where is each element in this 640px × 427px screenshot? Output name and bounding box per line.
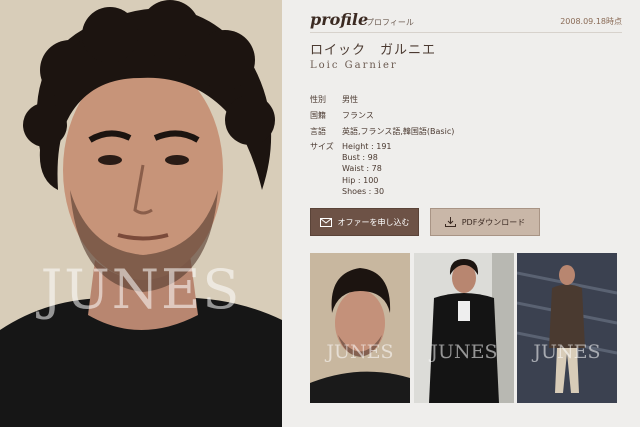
model-name-en: Loic Garnier xyxy=(310,60,398,71)
size-list: Bust : 98 Waist : 78 Hip : 100 Shoes : 3… xyxy=(342,152,384,197)
profile-title: profile xyxy=(310,10,369,29)
hero-portrait-photo: JUNES xyxy=(0,0,282,427)
thumbnail-illustration xyxy=(517,253,617,403)
pdf-button-label: PDFダウンロード xyxy=(461,217,526,227)
detail-value: 英語,フランス語,韓国語(Basic) xyxy=(342,127,455,136)
detail-label: サイズ xyxy=(310,142,334,151)
thumbnail-watermark: JUNES xyxy=(430,341,498,363)
detail-row-gender: 性別 男性 xyxy=(310,94,358,105)
thumbnail-illustration xyxy=(414,253,514,403)
hero-watermark: JUNES xyxy=(40,258,242,321)
profile-panel: profile プロフィール 2008.09.18時点 ロイック ガルニエ Lo… xyxy=(282,0,640,427)
envelope-icon xyxy=(319,217,332,227)
size-bust: Bust : 98 xyxy=(342,153,378,162)
detail-value: Height : 191 xyxy=(342,142,392,151)
profile-subtitle: プロフィール xyxy=(366,18,414,27)
offer-button[interactable]: オファーを申し込む xyxy=(310,208,419,236)
detail-value: フランス xyxy=(342,111,374,120)
size-hip: Hip : 100 xyxy=(342,175,379,185)
size-waist: Waist : 78 xyxy=(342,164,382,174)
model-name-jp: ロイック ガルニエ xyxy=(310,43,437,58)
profile-date: 2008.09.18時点 xyxy=(560,17,622,26)
profile-header: profile プロフィール 2008.09.18時点 xyxy=(310,10,622,33)
thumbnail-photo-1[interactable]: JUNES xyxy=(310,253,410,403)
detail-label: 言語 xyxy=(310,127,326,136)
thumbnail-photo-3[interactable]: JUNES xyxy=(517,253,617,403)
thumbnail-illustration xyxy=(310,253,410,403)
size-shoes: Shoes : 30 xyxy=(342,186,385,196)
detail-value: 男性 xyxy=(342,95,358,104)
download-icon xyxy=(444,217,456,227)
detail-row-nationality: 国籍 フランス xyxy=(310,110,374,121)
detail-row-size: サイズ Height : 191 xyxy=(310,141,392,152)
detail-label: 国籍 xyxy=(310,111,326,120)
pdf-download-button[interactable]: PDFダウンロード xyxy=(430,208,540,236)
thumbnail-watermark: JUNES xyxy=(326,341,394,363)
detail-label: 性別 xyxy=(310,95,326,104)
portrait-illustration xyxy=(0,0,282,427)
thumbnail-watermark: JUNES xyxy=(533,341,601,363)
thumbnail-photo-2[interactable]: JUNES xyxy=(414,253,514,403)
offer-button-label: オファーを申し込む xyxy=(337,217,410,227)
detail-row-language: 言語 英語,フランス語,韓国語(Basic) xyxy=(310,126,454,137)
